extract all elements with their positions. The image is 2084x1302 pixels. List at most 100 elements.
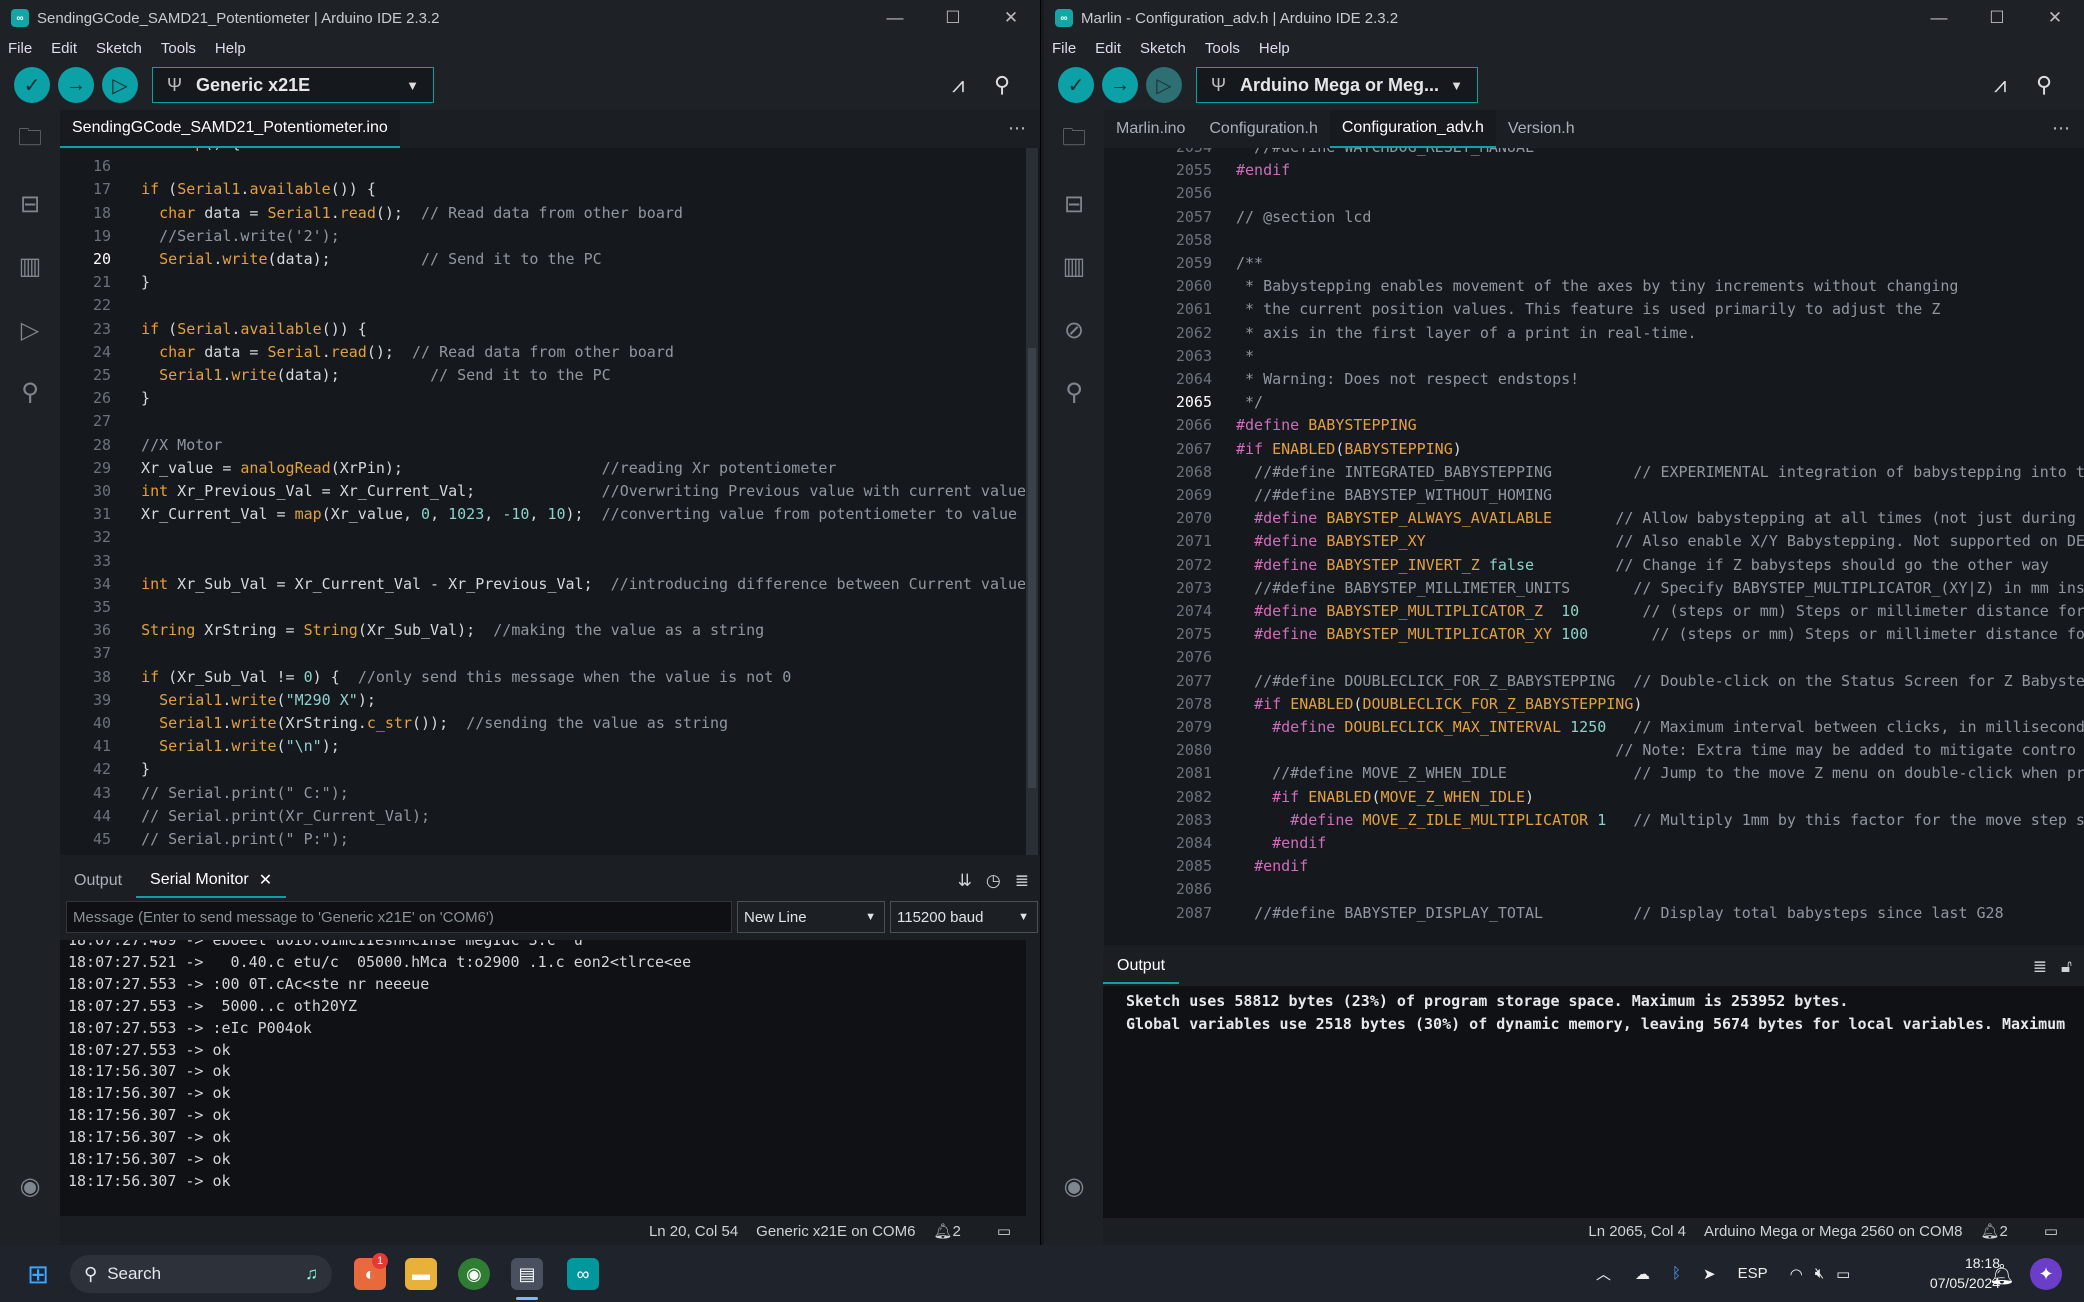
file-explorer-icon[interactable]: ▬ (405, 1258, 437, 1290)
code-line[interactable]: 2069 //#define BABYSTEP_WITHOUT_HOMING (1104, 484, 2084, 507)
code-line[interactable]: 16 (60, 155, 1040, 178)
autoscroll-icon[interactable]: ⇊ (958, 871, 972, 891)
serial-plotter-icon[interactable]: ⩘ (952, 60, 964, 110)
clear-output-icon[interactable]: ≣ (1015, 871, 1029, 891)
code-editor[interactable]: 15 void loop() {16 17 if (Serial1.availabl… (60, 148, 1040, 855)
code-line[interactable]: 2066 #define BABYSTEPPING (1104, 414, 2084, 437)
minimize-icon[interactable]: — (866, 0, 924, 36)
code-line[interactable]: 32 (60, 526, 1040, 549)
clear-output-icon[interactable]: ≣ (2033, 957, 2047, 977)
taskbar-search[interactable]: ⚲ Search ♫ (70, 1255, 332, 1293)
close-icon[interactable]: ✕ (982, 0, 1040, 36)
code-line[interactable]: 41 Serial1.write("\n"); (60, 735, 1040, 758)
tab-marlin-ino[interactable]: Marlin.ino (1104, 110, 1197, 148)
code-line[interactable]: 2076 (1104, 646, 2084, 669)
debug-button[interactable]: ▷ (1146, 67, 1182, 103)
tab-configuration-h[interactable]: Configuration.h (1197, 110, 1330, 148)
panel-toggle-icon[interactable]: ▭ (997, 1222, 1011, 1240)
chrome-icon[interactable]: ◉ (458, 1258, 490, 1290)
code-line[interactable]: 27 (60, 410, 1040, 433)
menu-tools[interactable]: Tools (161, 40, 196, 57)
code-editor[interactable]: 2054 //#define WATCHDOG_RESET_MANUAL2055… (1104, 148, 2084, 945)
code-line[interactable]: 2077 //#define DOUBLECLICK_FOR_Z_BABYSTE… (1104, 670, 2084, 693)
timestamp-icon[interactable]: ◷ (986, 871, 1001, 891)
code-line[interactable]: 45 // Serial.print(" P:"); (60, 828, 1040, 851)
menu-sketch[interactable]: Sketch (1140, 40, 1186, 57)
arduino-taskbar-icon[interactable]: ∞ (567, 1258, 599, 1290)
code-line[interactable]: 42 } (60, 758, 1040, 781)
maximize-icon[interactable]: ☐ (924, 0, 982, 36)
menu-edit[interactable]: Edit (1095, 40, 1121, 57)
serial-monitor-icon[interactable]: ⚲ (994, 60, 1010, 110)
debug-icon[interactable]: ▷ (16, 316, 44, 344)
account-icon[interactable]: ◉ (1060, 1172, 1088, 1200)
wifi-icon[interactable]: ◠ (1790, 1265, 1803, 1283)
code-line[interactable]: 2054 //#define WATCHDOG_RESET_MANUAL (1104, 148, 2084, 159)
tab-configuration-adv-h[interactable]: Configuration_adv.h (1329, 110, 1496, 148)
code-line[interactable]: 20 Serial.write(data); // Send it to the… (60, 248, 1040, 271)
tab-output[interactable]: Output (60, 864, 136, 898)
code-line[interactable]: 26 } (60, 387, 1040, 410)
code-line[interactable]: 34 int Xr_Sub_Val = Xr_Current_Val - Xr_… (60, 573, 1040, 596)
code-line[interactable]: 39 Serial1.write("M290 X"); (60, 689, 1040, 712)
code-line[interactable]: 2058 (1104, 229, 2084, 252)
code-line[interactable]: 2068 //#define INTEGRATED_BABYSTEPPING /… (1104, 461, 2084, 484)
serial-plotter-icon[interactable]: ⩘ (1994, 60, 2006, 110)
code-line[interactable]: 22 (60, 294, 1040, 317)
code-line[interactable]: 2079 #define DOUBLECLICK_MAX_INTERVAL 12… (1104, 716, 2084, 739)
code-line[interactable]: 29 Xr_value = analogRead(XrPin); //readi… (60, 457, 1040, 480)
code-line[interactable]: 30 int Xr_Previous_Val = Xr_Current_Val;… (60, 480, 1040, 503)
code-line[interactable]: 38 if (Xr_Sub_Val != 0) { //only send th… (60, 666, 1040, 689)
upload-button[interactable]: → (1102, 67, 1138, 103)
code-line[interactable]: 28 //X Motor (60, 434, 1040, 457)
code-line[interactable]: 33 (60, 550, 1040, 573)
code-line[interactable]: 2081 //#define MOVE_Z_WHEN_IDLE // Jump … (1104, 762, 2084, 785)
code-line[interactable]: 2060 * Babystepping enables movement of … (1104, 275, 2084, 298)
verify-button[interactable]: ✓ (14, 67, 50, 103)
close-tab-icon[interactable]: ✕ (259, 870, 272, 890)
code-line[interactable]: 2080 // Note: Extra time may be added to… (1104, 739, 2084, 762)
code-line[interactable]: 2055 #endif (1104, 159, 2084, 182)
tab-sketch[interactable]: SendingGCode_SAMD21_Potentiometer.ino (60, 110, 400, 148)
onedrive-icon[interactable]: ☁ (1635, 1265, 1650, 1283)
code-line[interactable]: 43 // Serial.print(" C:"); (60, 782, 1040, 805)
code-line[interactable]: 2070 #define BABYSTEP_ALWAYS_AVAILABLE /… (1104, 507, 2084, 530)
language-indicator[interactable]: ESP (1738, 1265, 1768, 1282)
code-line[interactable]: 2056 (1104, 182, 2084, 205)
library-icon[interactable]: ▥ (16, 252, 44, 280)
menu-tools[interactable]: Tools (1205, 40, 1240, 57)
folder-icon[interactable]: 🗀 (1060, 124, 1088, 154)
code-line[interactable]: 2078 #if ENABLED(DOUBLECLICK_FOR_Z_BABYS… (1104, 693, 2084, 716)
notifications-count[interactable]: 🔔︎2 (933, 1222, 978, 1240)
code-line[interactable]: 2064 * Warning: Does not respect endstop… (1104, 368, 2084, 391)
code-line[interactable]: 2082 #if ENABLED(MOVE_Z_WHEN_IDLE) (1104, 786, 2084, 809)
code-line[interactable]: 15 void loop() { (60, 148, 1040, 155)
panel-toggle-icon[interactable]: ▭ (2044, 1222, 2058, 1240)
code-line[interactable]: 2071 #define BABYSTEP_XY // Also enable … (1104, 530, 2084, 553)
boards-manager-icon[interactable]: ⊟ (1060, 190, 1088, 218)
code-line[interactable]: 2073 //#define BABYSTEP_MILLIMETER_UNITS… (1104, 577, 2084, 600)
more-icon[interactable]: ⋯ (2052, 118, 2070, 139)
menu-edit[interactable]: Edit (51, 40, 77, 57)
library-icon[interactable]: ▥ (1060, 252, 1088, 280)
more-icon[interactable]: ⋯ (1008, 118, 1026, 139)
upload-button[interactable]: → (58, 67, 94, 103)
search-icon[interactable]: ⚲ (16, 378, 44, 406)
tab-output[interactable]: Output (1103, 950, 1180, 984)
code-line[interactable]: 25 Serial1.write(data); // Send it to th… (60, 364, 1040, 387)
code-line[interactable]: 31 Xr_Current_Val = map(Xr_value, 0, 102… (60, 503, 1040, 526)
account-icon[interactable]: ◉ (16, 1172, 44, 1200)
code-line[interactable]: 2085 #endif (1104, 855, 2084, 878)
code-line[interactable]: 2057 // @section lcd (1104, 206, 2084, 229)
menu-file[interactable]: File (8, 40, 32, 57)
debug-button[interactable]: ▷ (102, 67, 138, 103)
lock-icon[interactable]: 🔓︎ (2061, 957, 2072, 977)
start-windows-icon[interactable]: ⊞ (22, 1258, 54, 1290)
menu-help[interactable]: Help (215, 40, 246, 57)
code-line[interactable]: 2084 #endif (1104, 832, 2084, 855)
code-line[interactable]: 2059 /** (1104, 252, 2084, 275)
search-icon[interactable]: ⚲ (1060, 378, 1088, 406)
line-ending-select[interactable]: New Line ▼ (737, 901, 885, 933)
code-line[interactable]: 2074 #define BABYSTEP_MULTIPLICATOR_Z 10… (1104, 600, 2084, 623)
code-line[interactable]: 17 if (Serial1.available()) { (60, 178, 1040, 201)
